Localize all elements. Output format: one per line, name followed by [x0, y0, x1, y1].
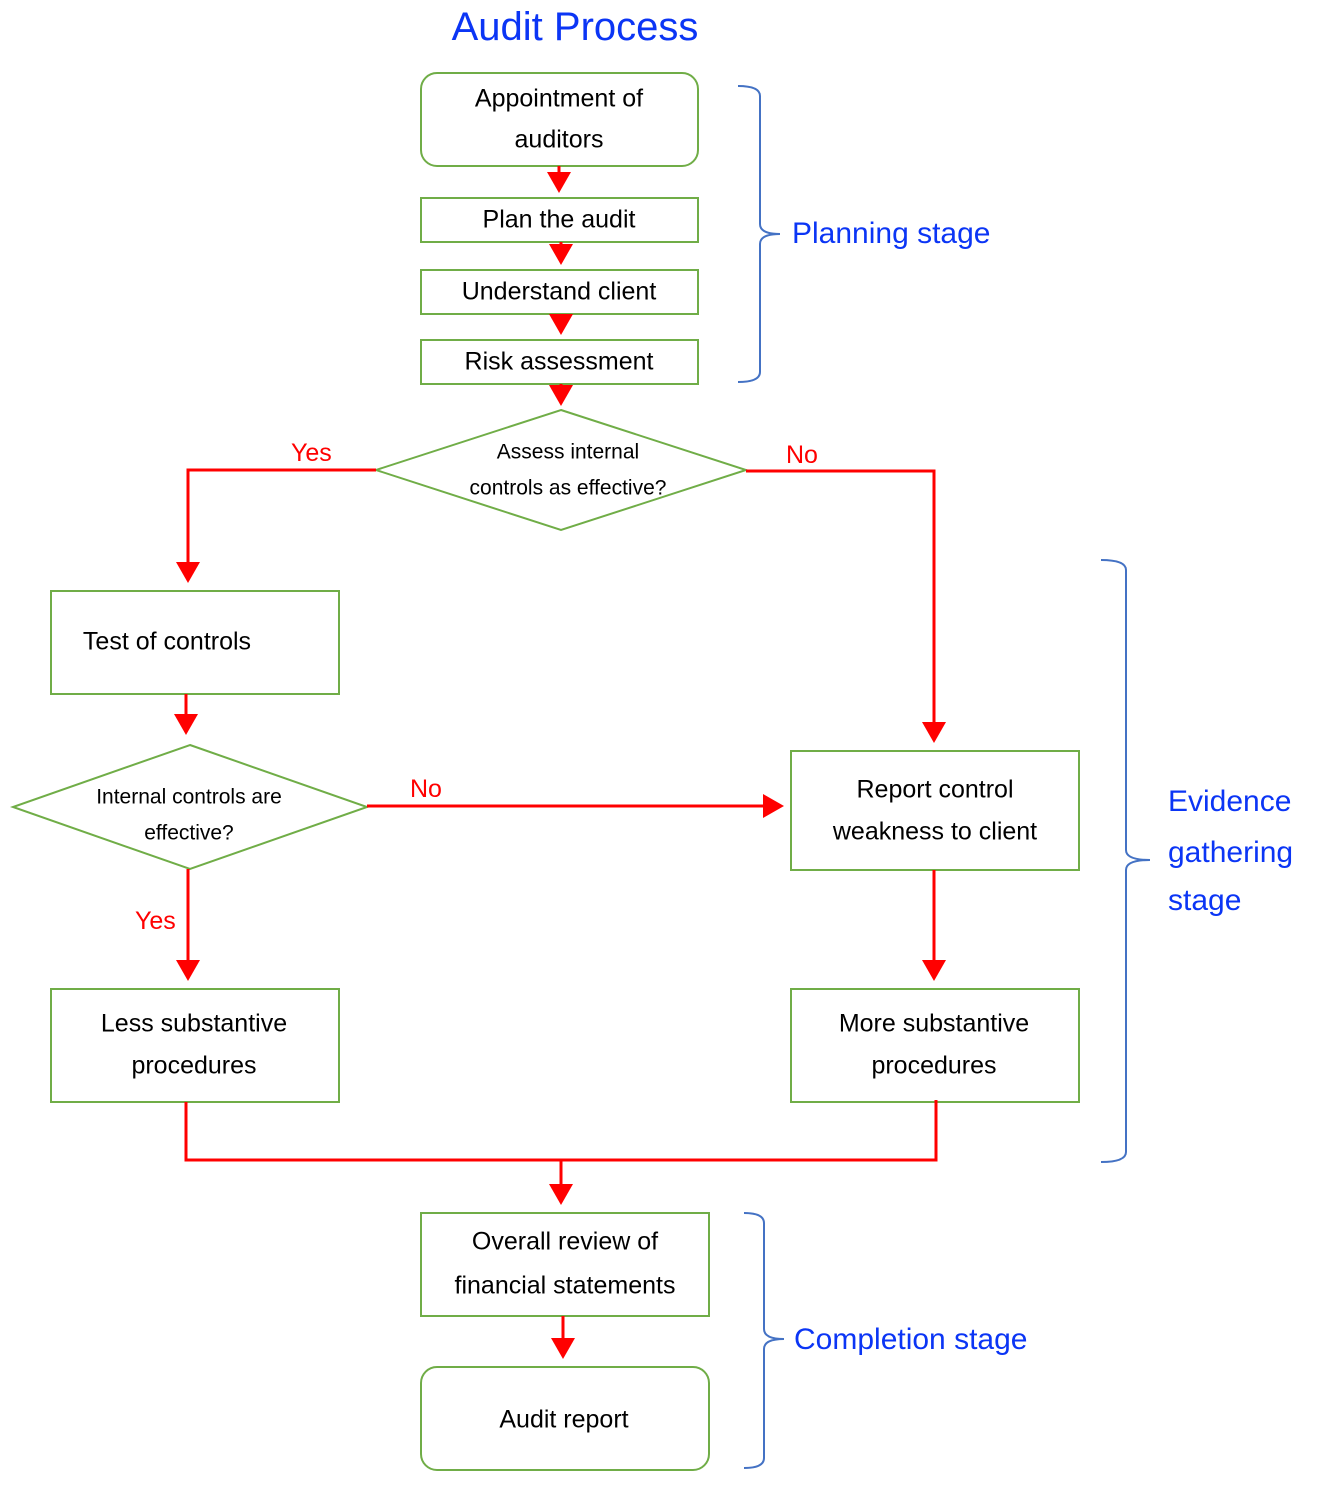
label-assess-no: No — [786, 441, 818, 469]
node-overall-line-1: Overall review of — [472, 1228, 658, 1256]
node-appointment: Appointment of auditors — [420, 72, 699, 167]
stage-label-evidence-line-1: Evidence — [1168, 785, 1291, 818]
node-appointment-line-1: Appointment of — [475, 85, 643, 113]
node-report-weakness: Report control weakness to client — [790, 750, 1080, 871]
node-less-line-1: Less substantive — [101, 1010, 287, 1038]
node-plan-text: Plan the audit — [483, 206, 636, 234]
node-appointment-line-2: auditors — [515, 126, 604, 154]
decision-assess-controls: Assess internal controls as effective? — [372, 408, 750, 532]
node-report-weakness-line-2: weakness to client — [832, 818, 1037, 846]
node-report-weakness-line-1: Report control — [856, 776, 1013, 804]
node-more-substantive: More substantive procedures — [790, 988, 1080, 1103]
connector-merge — [184, 1100, 938, 1162]
brace-evidence — [1100, 559, 1151, 1163]
node-audit-report-text: Audit report — [499, 1406, 628, 1434]
label-effective-no: No — [410, 775, 442, 803]
brace-completion — [743, 1212, 785, 1469]
audit-process-diagram: Audit Process Appointment of auditors Pl… — [9, 5, 1293, 1471]
node-more-line-1: More substantive — [839, 1010, 1029, 1038]
decision-effective-line-2: effective? — [144, 822, 234, 845]
arrow-assess-no — [746, 469, 946, 743]
node-plan: Plan the audit — [420, 197, 699, 243]
node-test-controls: Test of controls — [50, 590, 340, 695]
decision-assess-line-1: Assess internal — [497, 441, 639, 464]
node-audit-report: Audit report — [420, 1366, 710, 1471]
node-overall-line-2: financial statements — [455, 1272, 676, 1300]
node-more-line-2: procedures — [871, 1052, 996, 1080]
node-overall-review: Overall review of financial statements — [420, 1212, 710, 1317]
brace-planning — [737, 85, 781, 383]
node-less-substantive: Less substantive procedures — [50, 988, 340, 1103]
label-effective-yes: Yes — [135, 907, 176, 935]
label-assess-yes: Yes — [291, 439, 332, 467]
stage-label-evidence-line-2: gathering — [1168, 836, 1293, 869]
node-understand: Understand client — [420, 269, 699, 315]
diagram-title: Audit Process — [452, 5, 699, 49]
node-understand-text: Understand client — [462, 278, 657, 306]
decision-effective-line-1: Internal controls are — [96, 786, 282, 809]
decision-assess-line-2: controls as effective? — [470, 477, 667, 500]
stage-label-completion: Completion stage — [794, 1323, 1027, 1356]
decision-controls-effective: Internal controls are effective? — [9, 743, 371, 871]
stage-label-planning: Planning stage — [792, 217, 991, 250]
node-risk-text: Risk assessment — [465, 348, 654, 376]
node-test-controls-text: Test of controls — [83, 628, 251, 656]
node-less-line-2: procedures — [131, 1052, 256, 1080]
arrow-assess-yes — [176, 468, 376, 583]
stage-label-evidence-line-3: stage — [1168, 884, 1241, 917]
node-risk: Risk assessment — [420, 339, 699, 385]
